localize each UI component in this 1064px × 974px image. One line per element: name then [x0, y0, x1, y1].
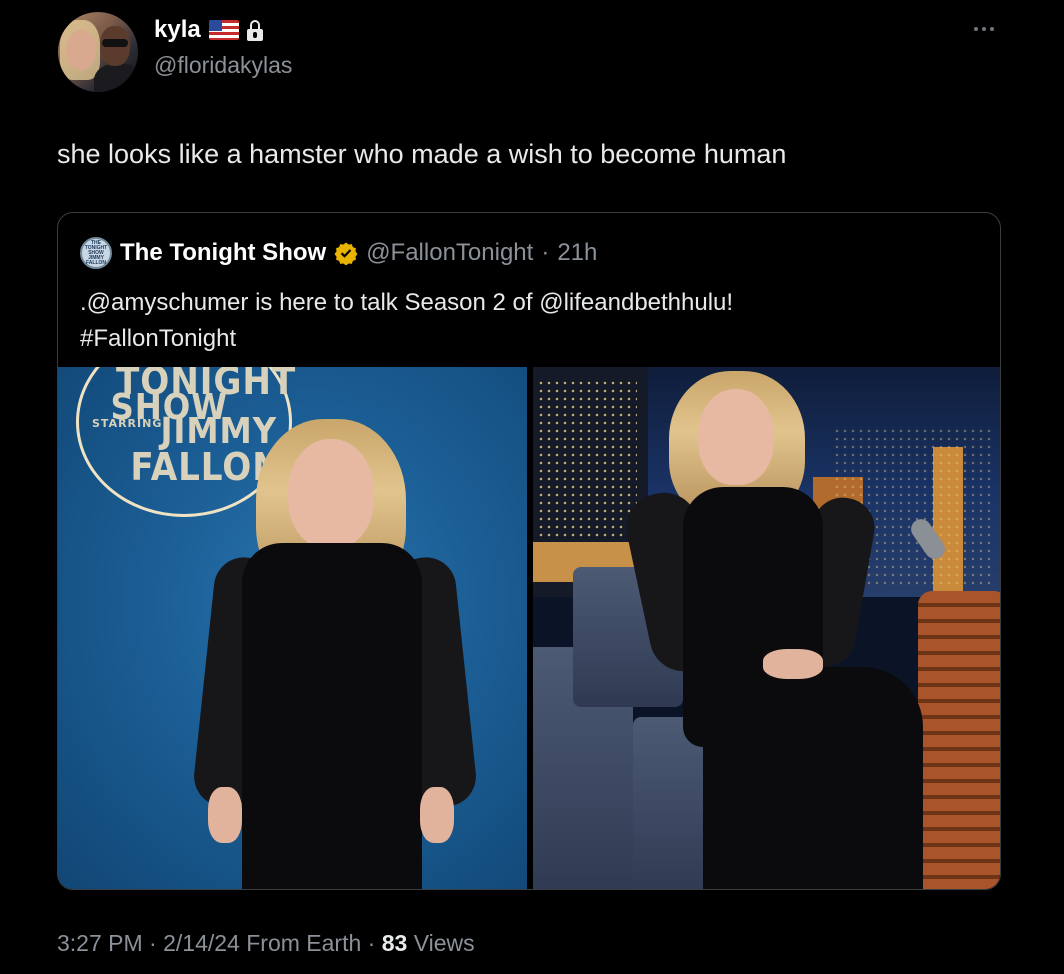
- quoted-tweet-card[interactable]: THE TONIGHT SHOW JIMMY FALLON The Tonigh…: [57, 212, 1001, 890]
- quoted-tweet-text: .@amyschumer is here to talk Season 2 of…: [80, 285, 960, 357]
- host-desk: [918, 591, 1000, 889]
- verified-badge-icon: [334, 242, 358, 265]
- person-dress-skirt: [703, 667, 923, 889]
- quoted-author-name[interactable]: The Tonight Show: [120, 239, 326, 267]
- photo-right[interactable]: [533, 367, 1000, 889]
- tweet-date[interactable]: 2/14/24: [163, 930, 240, 956]
- person-hand: [208, 787, 242, 843]
- person-hand: [763, 649, 823, 679]
- more-options-icon[interactable]: [974, 24, 1000, 34]
- quoted-author-avatar[interactable]: THE TONIGHT SHOW JIMMY FALLON: [80, 237, 112, 269]
- us-flag-icon: [208, 20, 239, 40]
- quoted-text-line: .@amyschumer is here to talk Season 2 of…: [80, 289, 734, 316]
- avatar-shirt: [94, 64, 138, 92]
- tweet-text: she looks like a hamster who made a wish…: [57, 139, 787, 169]
- quoted-tweet-header: THE TONIGHT SHOW JIMMY FALLON The Tonigh…: [80, 237, 597, 269]
- tweet-time[interactable]: 3:27 PM: [57, 930, 143, 956]
- tweet-meta: 3:27 PM · 2/14/24 From Earth · 83 Views: [57, 930, 475, 957]
- quoted-avatar-text: THE TONIGHT SHOW JIMMY FALLON: [84, 239, 108, 266]
- views-label[interactable]: Views: [414, 930, 475, 956]
- photo-left[interactable]: TONIGHT SHOW STARRING JIMMY FALLON: [58, 367, 527, 889]
- tweet-source: From Earth: [246, 930, 362, 956]
- separator-dot: ·: [541, 239, 550, 266]
- person-face: [698, 389, 774, 485]
- logo-text: STARRING: [92, 417, 163, 430]
- quoted-timestamp[interactable]: 21h: [557, 239, 597, 267]
- person-hand: [420, 787, 454, 843]
- avatar-glasses: [102, 39, 128, 47]
- separator-dot: ·: [367, 930, 376, 956]
- author-handle[interactable]: @floridakylas: [154, 52, 292, 79]
- author-avatar[interactable]: [58, 12, 138, 92]
- author-name-row: kyla: [154, 16, 263, 44]
- quoted-hashtag[interactable]: #FallonTonight: [80, 321, 960, 357]
- views-count[interactable]: 83: [382, 930, 408, 956]
- separator-dot: ·: [149, 930, 157, 956]
- quoted-author-handle[interactable]: @FallonTonight: [366, 239, 533, 267]
- building-windows: [537, 379, 637, 539]
- person-dress: [242, 543, 422, 889]
- avatar-face: [66, 30, 96, 70]
- lock-icon: [246, 19, 263, 41]
- person-face: [288, 439, 374, 549]
- author-display-name[interactable]: kyla: [154, 16, 201, 44]
